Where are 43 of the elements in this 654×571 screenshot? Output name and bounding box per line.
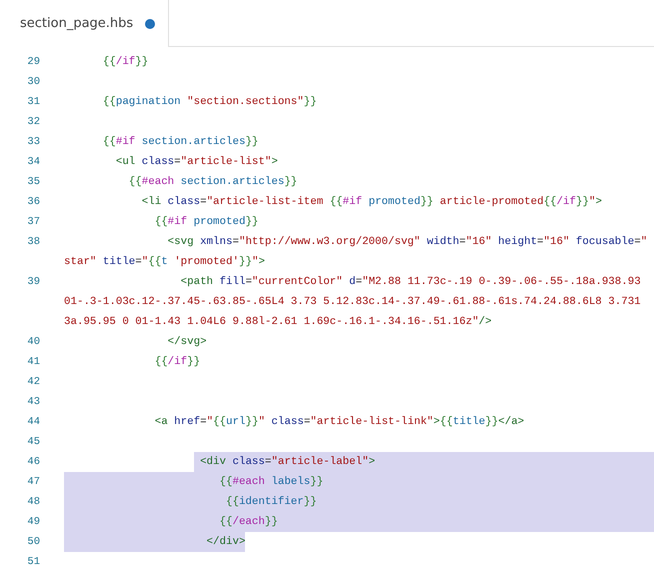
line-number: 43 bbox=[27, 395, 40, 410]
code-line: 01-.3-1.03c.12-.37.45-.63.85-.65L4 3.73 5.12.83c.14-.37.49-.61.88-.61s.74.24.88.6L8 3.731 bbox=[64, 295, 642, 310]
code-line: <a href="{{url}}" class="article-list-link">{{title}}</a> bbox=[154, 415, 526, 430]
code-line: <ul class="article-list"> bbox=[114, 155, 279, 170]
code-line: <svg xmlns="http://www.w3.org/2000/svg" width="16" height="16" focusable=" bbox=[166, 235, 648, 250]
line-number: 41 bbox=[27, 355, 40, 370]
code-line: {{pagination "section.sections"}} bbox=[102, 95, 318, 110]
line-number: 44 bbox=[27, 415, 40, 430]
line-number: 38 bbox=[27, 235, 40, 250]
line-number: 51 bbox=[27, 555, 40, 570]
line-number: 30 bbox=[27, 75, 40, 90]
code-line: star" title="{{t 'promoted'}}"> bbox=[64, 255, 266, 270]
code-line: {{#if section.articles}} bbox=[102, 135, 260, 150]
line-number: 47 bbox=[27, 475, 40, 490]
line-number: 42 bbox=[27, 375, 40, 390]
line-number: 29 bbox=[27, 55, 40, 70]
code-line: {{#if promoted}} bbox=[154, 215, 260, 230]
line-number: 50 bbox=[27, 535, 40, 550]
code-line: <path fill="currentColor" d="M2.88 11.73c-.19 0-.39-.06-.55-.18a.938.93 bbox=[180, 275, 642, 290]
line-number: 35 bbox=[27, 175, 40, 190]
line-number: 49 bbox=[27, 515, 40, 530]
code-line: </svg> bbox=[166, 335, 208, 350]
code-line: {{/each}} bbox=[64, 512, 654, 532]
line-number: 33 bbox=[27, 135, 40, 150]
code-line: {{#each section.articles}} bbox=[128, 175, 298, 190]
code-line: {{#each labels}} bbox=[64, 472, 654, 492]
line-number: 32 bbox=[27, 115, 40, 130]
code-line: <div class="article-label"> bbox=[64, 452, 654, 472]
line-number: 45 bbox=[27, 435, 40, 450]
line-number: 46 bbox=[27, 455, 40, 470]
code-line: </div> bbox=[64, 532, 654, 552]
line-number: 40 bbox=[27, 335, 40, 350]
code-line: <li class="article-list-item {{#if promoted}} article-promoted{{/if}}"> bbox=[140, 195, 603, 210]
line-number: 31 bbox=[27, 95, 40, 110]
line-number: 37 bbox=[27, 215, 40, 230]
line-number: 34 bbox=[27, 155, 40, 170]
code-line: {{identifier}} bbox=[64, 492, 654, 512]
line-number: 36 bbox=[27, 195, 40, 210]
code-line: {{/if}} bbox=[102, 55, 150, 70]
code-line: 3a.95.95 0 01-1.43 1.04L6 9.88l-2.61 1.69c-.16.1-.34.16-.51.16z"/> bbox=[64, 315, 493, 330]
code-line: {{/if}} bbox=[154, 355, 202, 370]
line-number: 48 bbox=[27, 495, 40, 510]
line-number: 39 bbox=[27, 275, 40, 290]
